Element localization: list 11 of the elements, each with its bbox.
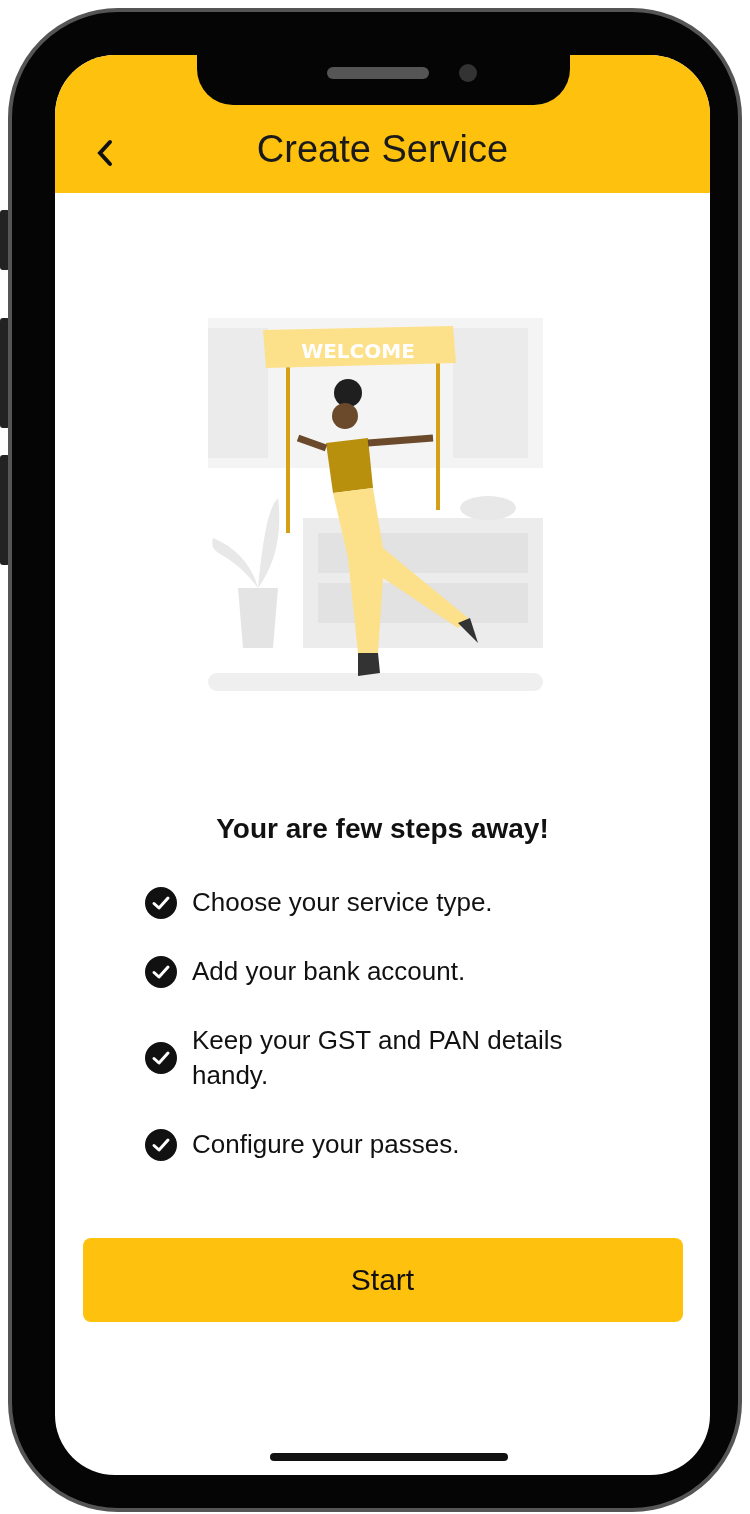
- step-text: Configure your passes.: [192, 1128, 460, 1162]
- step-text: Choose your service type.: [192, 886, 493, 919]
- screen-title: Create Service: [256, 128, 509, 171]
- camera-icon: [459, 64, 477, 82]
- speaker-icon: [327, 67, 429, 79]
- step-text: Keep your GST and PAN details handy.: [192, 1024, 564, 1093]
- step-text: Add your bank account.: [192, 955, 466, 989]
- start-button[interactable]: Start: [82, 1238, 683, 1323]
- chevron-left-icon: [95, 139, 115, 167]
- banner-text: WELCOME: [300, 339, 415, 363]
- heading: Your are few steps away!: [216, 813, 549, 845]
